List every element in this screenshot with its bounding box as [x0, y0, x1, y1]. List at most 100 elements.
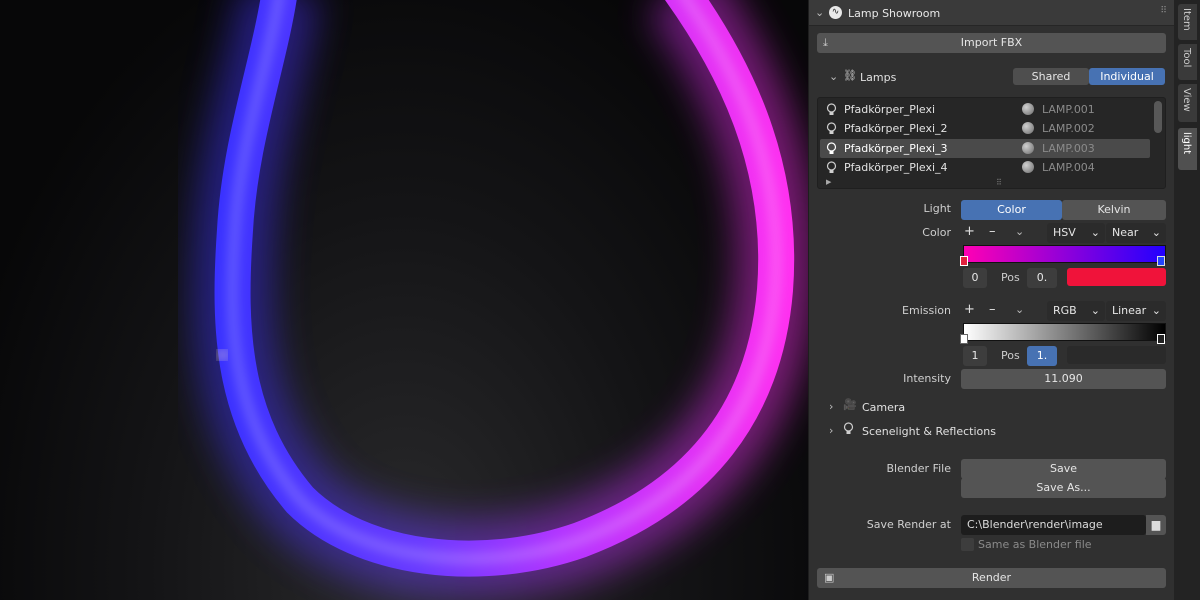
- emission-mode-select[interactable]: RGB ⌄: [1047, 301, 1105, 321]
- link-icon: ⛓: [843, 69, 857, 82]
- camera-icon: 🎥: [843, 398, 857, 411]
- emission-stop-marker[interactable]: [1157, 334, 1165, 344]
- intensity-slider[interactable]: 11.090: [961, 369, 1166, 389]
- color-pos-label: Pos: [1001, 271, 1020, 284]
- light-kelvin-toggle[interactable]: Kelvin: [1062, 200, 1166, 220]
- add-stop-button[interactable]: +: [964, 224, 975, 239]
- ramp-menu-chevron-icon[interactable]: ⌄: [1015, 225, 1024, 238]
- lamp-list[interactable]: Pfadkörper_Plexi LAMP.001 Pfadkörper_Ple…: [817, 97, 1166, 189]
- color-mode-select[interactable]: HSV ⌄: [1047, 223, 1105, 243]
- color-stop-marker[interactable]: [960, 256, 968, 266]
- color-stop-marker[interactable]: [1157, 256, 1165, 266]
- material-icon: [1022, 122, 1034, 134]
- dropdown-chevron-icon: ⌄: [1151, 304, 1161, 317]
- color-stop-index[interactable]: 0: [963, 268, 987, 288]
- resize-grip-icon[interactable]: ⠿: [996, 178, 1002, 187]
- blender-file-label: Blender File: [886, 462, 951, 475]
- intensity-label: Intensity: [903, 372, 951, 385]
- individual-toggle[interactable]: Individual: [1089, 68, 1165, 85]
- material-icon: [1022, 161, 1034, 173]
- lamp-name: Pfadkörper_Plexi: [844, 103, 936, 116]
- remove-stop-button[interactable]: –: [989, 302, 996, 317]
- add-stop-button[interactable]: +: [964, 302, 975, 317]
- lamp-material: LAMP.001: [1042, 103, 1095, 116]
- emission-stop-marker[interactable]: [960, 334, 968, 344]
- light-color-toggle[interactable]: Color: [961, 200, 1062, 220]
- 3d-viewport[interactable]: [0, 0, 808, 600]
- emission-pos-field[interactable]: 1.: [1027, 346, 1057, 366]
- color-ramp-bar[interactable]: [963, 245, 1166, 263]
- camera-section-header[interactable]: Camera: [862, 401, 905, 414]
- dropdown-chevron-icon: ⌄: [1151, 226, 1161, 239]
- render-button[interactable]: ▣ Render: [817, 568, 1166, 588]
- folder-browse-icon[interactable]: ▆: [1146, 515, 1166, 535]
- color-interp-value: Near: [1112, 226, 1139, 239]
- tab-item[interactable]: Item: [1178, 4, 1197, 40]
- lamp-list-item-active[interactable]: Pfadkörper_Plexi_3 LAMP.003: [820, 139, 1150, 158]
- lamps-chevron-icon[interactable]: ⌄: [829, 70, 838, 83]
- emission-interp-value: Linear: [1112, 304, 1147, 317]
- lamp-name: Pfadkörper_Plexi_4: [844, 161, 948, 174]
- tab-light-label: light: [1181, 132, 1192, 155]
- lamp-name: Pfadkörper_Plexi_2: [844, 122, 948, 135]
- panel-title: Lamp Showroom: [848, 7, 941, 20]
- lamp-material: LAMP.002: [1042, 122, 1095, 135]
- dropdown-chevron-icon: ⌄: [1090, 226, 1100, 239]
- same-as-blender-label: Same as Blender file: [978, 538, 1092, 551]
- tab-tool[interactable]: Tool: [1178, 44, 1197, 80]
- drag-handle-icon[interactable]: ⠿: [1160, 6, 1167, 16]
- same-as-blender-checkbox[interactable]: [961, 538, 974, 551]
- render-icon: ▣: [824, 571, 835, 584]
- color-mode-value: HSV: [1053, 226, 1076, 239]
- render-label: Render: [971, 571, 1012, 584]
- shared-toggle[interactable]: Shared: [1013, 68, 1089, 85]
- render-path-field[interactable]: C:\Blender\render\image: [961, 515, 1146, 535]
- save-as-button[interactable]: Save As...: [961, 478, 1166, 498]
- ramp-menu-chevron-icon[interactable]: ⌄: [1015, 303, 1024, 316]
- lamp-material: LAMP.003: [1042, 142, 1095, 155]
- scenelight-bulb-icon: [843, 422, 854, 438]
- camera-expand-chevron-icon[interactable]: ›: [829, 400, 833, 413]
- tab-view-label: View: [1181, 88, 1192, 112]
- list-scrollbar[interactable]: [1154, 101, 1162, 133]
- emission-stop-index[interactable]: 1: [963, 346, 987, 366]
- import-fbx-button[interactable]: ⤓ Import FBX: [817, 33, 1166, 53]
- lamp-material: LAMP.004: [1042, 161, 1095, 174]
- import-fbx-label: Import FBX: [960, 36, 1023, 49]
- neon-lamp-render: [192, 0, 808, 599]
- lamp-list-item[interactable]: Pfadkörper_Plexi LAMP.001: [820, 100, 1150, 119]
- lamp-list-item[interactable]: Pfadkörper_Plexi_2 LAMP.002: [820, 119, 1150, 138]
- tab-item-label: Item: [1181, 8, 1192, 31]
- color-pos-field[interactable]: 0.: [1027, 268, 1057, 288]
- light-label: Light: [923, 202, 951, 215]
- lamp-name: Pfadkörper_Plexi_3: [844, 142, 948, 155]
- sidebar-panel: ⌄ ∿ Lamp Showroom ⠿ ⤓ Import FBX ⌄ ⛓ Lam…: [808, 0, 1175, 600]
- material-icon: [1022, 103, 1034, 115]
- remove-stop-button[interactable]: –: [989, 224, 996, 239]
- tab-view[interactable]: View: [1178, 84, 1197, 122]
- save-button[interactable]: Save: [961, 459, 1166, 479]
- lamp-list-item[interactable]: Pfadkörper_Plexi_4 LAMP.004: [820, 158, 1150, 177]
- color-label: Color: [922, 226, 951, 239]
- expand-triangle-icon[interactable]: ▶: [826, 178, 831, 186]
- dropdown-chevron-icon: ⌄: [1090, 304, 1100, 317]
- emission-pos-label: Pos: [1001, 349, 1020, 362]
- emission-ramp-bar[interactable]: [963, 323, 1166, 341]
- panel-header[interactable]: ⌄ ∿ Lamp Showroom ⠿: [809, 0, 1175, 26]
- lamps-label: Lamps: [860, 71, 897, 84]
- download-icon: ⤓: [823, 36, 828, 49]
- tab-tool-label: Tool: [1181, 48, 1192, 68]
- tab-light[interactable]: light: [1178, 128, 1197, 170]
- emission-interp-select[interactable]: Linear ⌄: [1106, 301, 1166, 321]
- sidebar-tabs: Item Tool View light: [1174, 0, 1200, 600]
- addon-icon: ∿: [829, 6, 842, 19]
- color-interp-select[interactable]: Near ⌄: [1106, 223, 1166, 243]
- material-icon: [1022, 142, 1034, 154]
- emission-label: Emission: [902, 304, 951, 317]
- color-stop-swatch[interactable]: [1067, 268, 1166, 286]
- collapse-chevron-icon[interactable]: ⌄: [815, 6, 824, 19]
- scenelight-expand-chevron-icon[interactable]: ›: [829, 424, 833, 437]
- emission-stop-swatch[interactable]: [1067, 346, 1166, 364]
- save-render-label: Save Render at: [866, 518, 951, 531]
- scenelight-section-header[interactable]: Scenelight & Reflections: [862, 425, 996, 438]
